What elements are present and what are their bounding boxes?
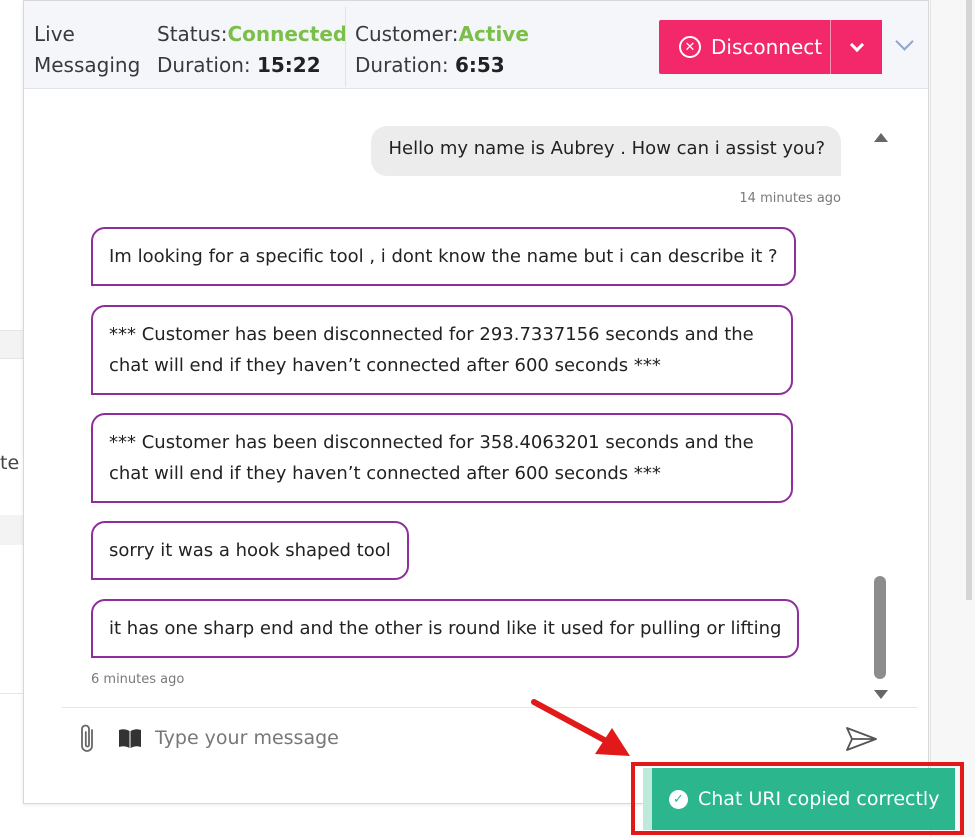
channel-title-line1: Live <box>34 22 75 46</box>
agent-message-time: 14 minutes ago <box>739 191 841 206</box>
chevron-down-icon <box>849 37 864 52</box>
system-message: *** Customer has been disconnected for 3… <box>91 413 793 503</box>
customer-duration-value: 6:53 <box>454 53 505 77</box>
scroll-down-arrow-icon[interactable] <box>874 690 888 699</box>
customer-message: Im looking for a specific tool , i dont … <box>91 227 796 286</box>
toast-text: Chat URI copied correctly <box>698 788 940 810</box>
annotation-arrow <box>531 699 630 756</box>
channel-title: Live Messaging <box>34 19 140 81</box>
system-message: *** Customer has been disconnected for 2… <box>91 305 793 395</box>
screen: te Live Messaging Status:Connected Durat… <box>0 0 975 837</box>
background-divider <box>0 693 24 694</box>
check-circle-icon: ✓ <box>669 789 688 809</box>
header-divider <box>345 7 346 87</box>
toast-edge <box>643 768 652 830</box>
customer-duration-label: Duration: <box>355 53 449 77</box>
customer-message: it has one sharp end and the other is ro… <box>91 599 800 658</box>
send-icon[interactable] <box>845 725 879 753</box>
status-label: Status: <box>157 22 228 46</box>
customer-message: sorry it was a hook shaped tool <box>91 521 409 580</box>
disconnect-button[interactable]: ✕ Disconnect <box>659 20 831 74</box>
chat-panel: Live Messaging Status:Connected Duration… <box>23 0 929 804</box>
close-circle-icon: ✕ <box>679 36 701 58</box>
page-scrollbar[interactable] <box>966 0 972 600</box>
channel-title-line2: Messaging <box>34 53 141 77</box>
background-divider <box>0 330 24 331</box>
customer-status-block: Customer:Active Duration: 6:53 <box>355 19 529 81</box>
message-list: Hello my name is Aubrey . How can i assi… <box>24 91 894 703</box>
agent-status-block: Status:Connected Duration: 15:22 <box>157 19 347 81</box>
composer-divider <box>62 707 918 708</box>
background-partial-text: te <box>0 452 20 474</box>
background-panel-bottom <box>0 515 24 545</box>
collapse-chevron-icon[interactable] <box>896 37 912 53</box>
knowledge-book-icon[interactable] <box>118 727 142 749</box>
background-panel-top <box>0 330 24 358</box>
chat-scrollbar-thumb[interactable] <box>874 576 886 679</box>
copy-success-toast: ✓ Chat URI copied correctly <box>652 768 955 830</box>
message-input[interactable] <box>155 721 835 755</box>
duration-label: Duration: <box>157 53 251 77</box>
scroll-up-arrow-icon[interactable] <box>874 133 888 142</box>
duration-value: 15:22 <box>256 53 321 77</box>
paperclip-icon[interactable] <box>77 723 99 755</box>
customer-label: Customer: <box>355 22 459 46</box>
disconnect-options-button[interactable] <box>830 20 882 74</box>
status-value: Connected <box>227 22 348 46</box>
customer-message-time: 6 minutes ago <box>91 672 185 687</box>
disconnect-label: Disconnect <box>711 35 823 59</box>
chat-header: Live Messaging Status:Connected Duration… <box>24 1 928 89</box>
customer-status-value: Active <box>458 22 529 46</box>
background-divider <box>0 358 24 359</box>
agent-message: Hello my name is Aubrey . How can i assi… <box>371 126 841 176</box>
